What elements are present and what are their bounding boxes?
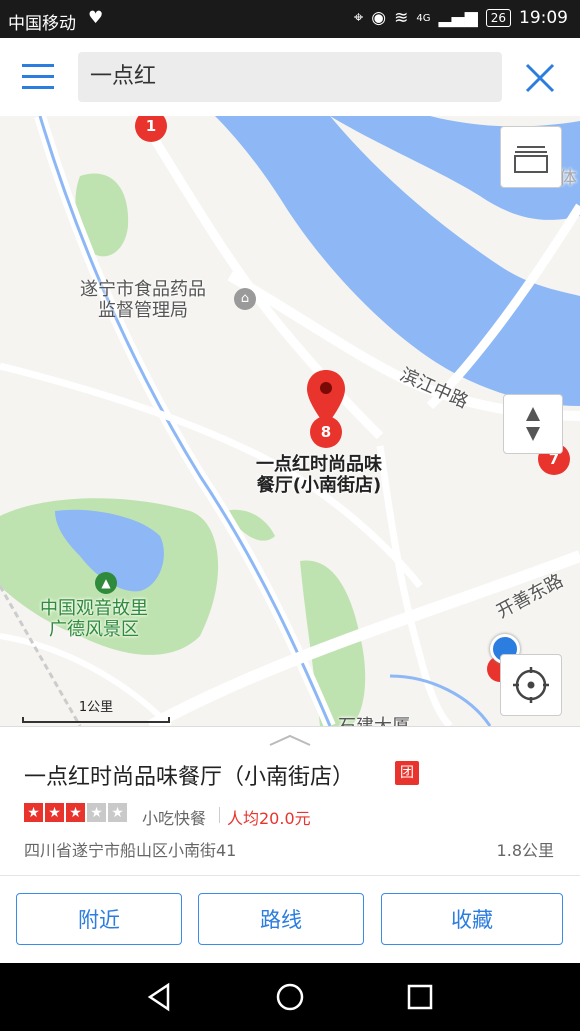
recents-icon[interactable] [404, 981, 436, 1013]
poi-distance: 1.8公里 [496, 841, 554, 860]
status-bar: 中国移动 ♥ ⌖ ◉ ≋ 4G ▂▄▆ 26 19:09 [0, 0, 580, 38]
separator [219, 807, 220, 823]
locate-icon [513, 667, 549, 703]
star-empty-icon: ★ [87, 803, 106, 822]
star-icon: ★ [24, 803, 43, 822]
search-header: 一点红 [0, 38, 580, 117]
close-icon[interactable] [522, 60, 558, 96]
search-input[interactable]: 一点红 [78, 52, 502, 102]
heart-icon: ♥ [88, 8, 104, 28]
back-icon[interactable] [144, 981, 176, 1013]
marker-8-label: 8 [320, 423, 332, 441]
star-empty-icon: ★ [108, 803, 127, 822]
location-icon: ⌖ [353, 8, 364, 28]
poi-price: 人均20.0元 [227, 809, 311, 828]
star-icon: ★ [45, 803, 64, 822]
poi-title[interactable]: 一点红时尚品味餐厅（小南街店） [24, 759, 354, 791]
layers-button[interactable] [500, 126, 562, 188]
label-scenic-area: 中国观音故里 广德风景区 [40, 598, 148, 640]
scenic-icon: ▲ [95, 572, 117, 594]
compass-button[interactable] [503, 394, 563, 454]
battery-indicator: 26 [485, 9, 511, 27]
map-scale: 1公里 [22, 696, 170, 723]
star-icon: ★ [66, 803, 85, 822]
signal-icon: ▂▄▆ [438, 8, 478, 28]
label-food-bureau: 遂宁市食品药品 监督管理局 [80, 279, 206, 321]
rating-stars: ★ ★ ★ ★ ★ [24, 803, 127, 822]
compass-icon [526, 407, 540, 441]
label-partial-building: 石建大厦 [338, 716, 410, 726]
layers-icon [514, 146, 548, 173]
government-icon: ⌂ [234, 288, 256, 310]
poi-detail-panel[interactable]: 一点红时尚品味餐厅（小南街店） 团 ★ ★ ★ ★ ★ 小吃快餐 人均20.0元… [0, 726, 580, 964]
map-view[interactable]: 1 7 8 遂宁市食品药品 监督管理局 ⌂ 滨江中路 一点红时尚品味 餐厅(小南… [0, 116, 580, 726]
favorite-button[interactable]: 收藏 [381, 893, 563, 945]
divider [0, 875, 580, 876]
system-nav-bar [0, 963, 580, 1031]
wifi-icon: ≋ [394, 8, 409, 28]
label-poi-name: 一点红时尚品味 餐厅(小南街店) [256, 454, 382, 496]
marker-8[interactable]: 8 [310, 416, 342, 448]
poi-category: 小吃快餐 [142, 809, 207, 828]
locate-button[interactable] [500, 654, 562, 716]
map-scale-bar [22, 717, 170, 723]
poi-address: 四川省遂宁市船山区小南街41 [24, 841, 237, 860]
carrier-label: 中国移动 [8, 14, 76, 34]
chevron-up-icon[interactable] [268, 733, 312, 747]
network-label: 4G [416, 12, 431, 24]
marker-1-label: 1 [145, 117, 157, 135]
menu-icon[interactable] [22, 64, 54, 90]
map-scale-label: 1公里 [78, 700, 114, 715]
eye-icon: ◉ [371, 8, 387, 28]
clock: 19:09 [519, 8, 568, 28]
home-icon[interactable] [274, 981, 306, 1013]
group-buy-badge: 团 [395, 761, 419, 785]
route-button[interactable]: 路线 [198, 893, 364, 945]
nearby-button[interactable]: 附近 [16, 893, 182, 945]
